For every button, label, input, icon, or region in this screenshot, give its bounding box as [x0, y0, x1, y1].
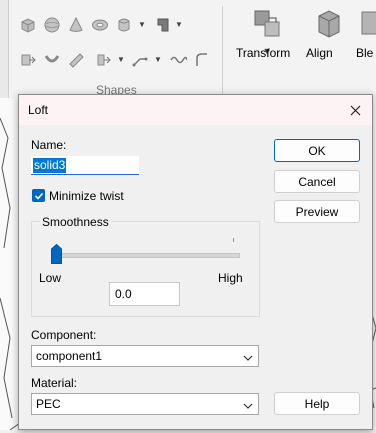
smoothness-slider-thumb[interactable] — [51, 243, 62, 264]
name-label: Name: — [31, 138, 67, 152]
sphere-icon[interactable] — [42, 15, 62, 35]
dialog-title: Loft — [28, 103, 49, 117]
arrow-right-icon[interactable] — [94, 50, 114, 70]
ok-button[interactable]: OK — [274, 139, 360, 162]
smoothness-label: Smoothness — [40, 215, 111, 229]
smoothness-value-input[interactable]: 0.0 — [109, 282, 180, 306]
minimize-twist-checkbox[interactable] — [32, 189, 45, 202]
torus-icon[interactable] — [90, 15, 110, 35]
blend-icon — [356, 8, 376, 42]
cone-icon[interactable] — [66, 15, 86, 35]
chevron-down-icon[interactable]: ▼ — [117, 55, 125, 64]
material-label: Material: — [31, 376, 78, 390]
component-value: component1 — [36, 349, 103, 363]
curve-icon[interactable] — [130, 50, 150, 70]
component-select[interactable]: component1 — [31, 345, 259, 367]
align-icon — [309, 8, 345, 42]
name-field[interactable]: solid3 — [31, 156, 139, 175]
material-value: PEC — [36, 397, 61, 411]
ribbon: ▼ ▼ ▼ ▼ Shapes Transform ▼ Align Ble — [0, 0, 376, 99]
slider-tick — [233, 238, 234, 242]
transform-icon — [249, 8, 285, 42]
ribbon-separator — [222, 6, 223, 94]
extrude-icon[interactable] — [154, 15, 174, 35]
ribbon-left-edge — [0, 0, 9, 98]
preview-button[interactable]: Preview — [274, 200, 360, 223]
name-field-value: solid3 — [33, 158, 67, 173]
loft-dialog: Loft Name: solid3 Minimize twist Smoothn… — [18, 94, 373, 430]
bend-icon[interactable] — [42, 50, 62, 70]
chevron-down-icon[interactable]: ▼ — [175, 20, 183, 29]
transform-button[interactable]: Transform ▼ — [236, 8, 298, 60]
close-icon[interactable] — [344, 99, 366, 121]
material-select[interactable]: PEC — [31, 393, 259, 415]
chevron-down-icon — [243, 399, 253, 413]
help-button[interactable]: Help — [274, 392, 360, 415]
blend-button[interactable]: Ble — [356, 8, 376, 60]
chevron-down-icon[interactable]: ▼ — [138, 20, 146, 29]
smoothness-value: 0.0 — [115, 287, 132, 301]
export-icon[interactable] — [18, 50, 38, 70]
dialog-titlebar[interactable]: Loft — [19, 95, 372, 125]
chevron-down-icon[interactable]: ▼ — [154, 55, 162, 64]
minimize-twist-label: Minimize twist — [49, 189, 124, 203]
align-button[interactable]: Align — [306, 8, 348, 60]
brick-icon[interactable] — [18, 15, 38, 35]
path-icon[interactable] — [192, 50, 212, 70]
wave-icon[interactable] — [168, 50, 188, 70]
low-label: Low — [39, 271, 62, 285]
smoothness-slider-track[interactable] — [56, 253, 240, 258]
component-label: Component: — [31, 328, 97, 342]
cancel-button[interactable]: Cancel — [274, 170, 360, 193]
tube-icon[interactable] — [66, 50, 86, 70]
high-label: High — [218, 271, 243, 285]
cylinder-icon[interactable] — [114, 15, 134, 35]
chevron-down-icon — [243, 351, 253, 365]
checkmark-icon — [34, 192, 43, 200]
